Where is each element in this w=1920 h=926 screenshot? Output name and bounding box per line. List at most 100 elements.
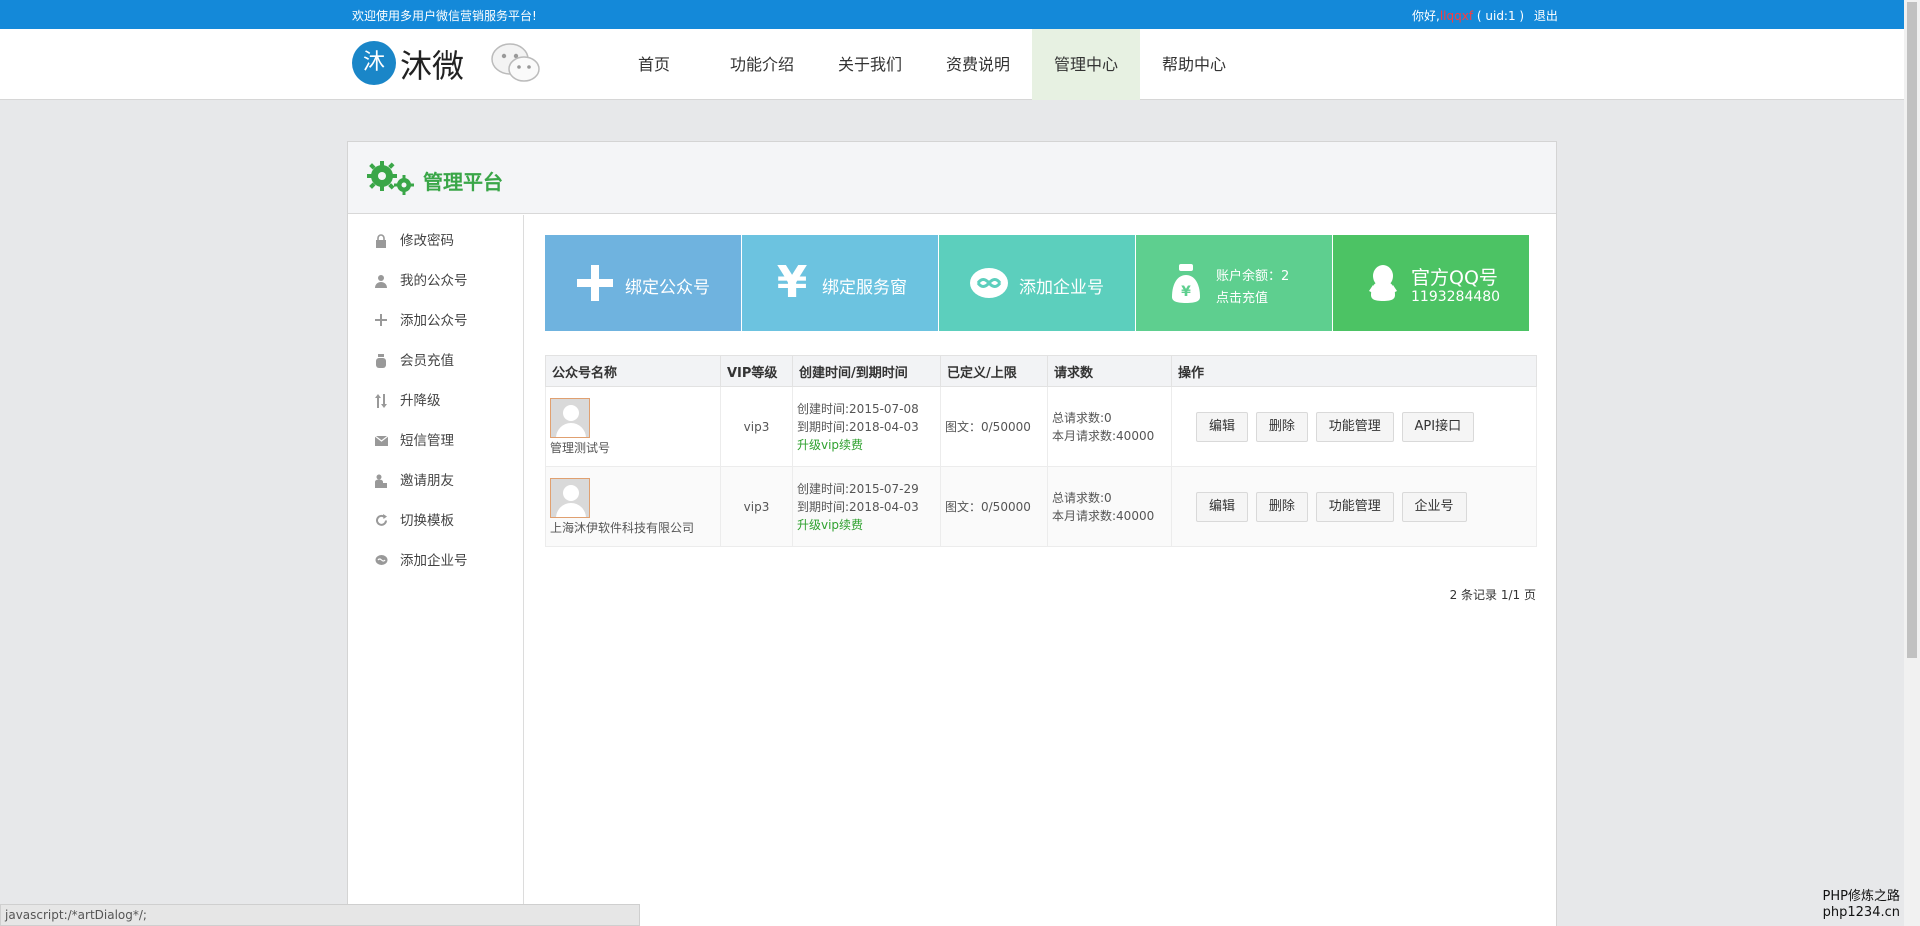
col-actions: 操作 [1171,355,1537,387]
account-cell: 管理测试号 [545,386,721,467]
chat-bubble-icon [967,261,1011,305]
logout-link[interactable]: 退出 [1534,9,1558,23]
sidebar-item-label: 添加公众号 [400,313,468,329]
sidebar-item-add-account[interactable]: 添加公众号 [348,301,523,341]
sidebar-item-label: 切换模板 [400,513,454,529]
actions-cell: 编辑 删除 功能管理 企业号 [1171,466,1537,547]
logo-text[interactable]: 沐微 [400,41,464,87]
account-name: 上海沐伊软件科技有限公司 [550,520,695,535]
col-vip: VIP等级 [720,355,793,387]
main-nav: 首页 功能介绍 关于我们 资费说明 管理中心 帮助中心 [600,29,1248,100]
username-link[interactable]: llqqxf [1440,9,1473,23]
admin-panel: 管理平台 修改密码 我的公众号 添加公众号 会员充值 升降级 短信管理 邀请朋友… [347,141,1557,926]
pagination-info: 2 条记录 1/1 页 [1449,588,1536,602]
nav-admin-center[interactable]: 管理中心 [1032,29,1140,100]
wechat-logo-icon [491,43,540,82]
enterprise-button[interactable]: 企业号 [1401,491,1467,522]
updown-icon [374,394,388,408]
recharge-link[interactable]: 点击充值 [1216,287,1268,306]
created-date: 创建时间:2015-07-29 [797,481,919,496]
balance-tile[interactable]: ¥ 账户余额：2 点击充值 [1136,235,1332,331]
delete-button[interactable]: 删除 [1255,411,1308,442]
bind-account-label: 绑定公众号 [625,278,710,298]
sidebar-item-sms[interactable]: 短信管理 [348,421,523,461]
col-dates: 创建时间/到期时间 [792,355,941,387]
site-header: 沐 沐微 首页 功能介绍 关于我们 资费说明 管理中心 帮助中心 [0,29,1904,100]
col-requests: 请求数 [1047,355,1172,387]
bind-service-label: 绑定服务窗 [822,278,907,298]
feature-manage-button[interactable]: 功能管理 [1315,411,1394,442]
qq-penguin-icon [1361,261,1405,305]
upgrade-vip-link[interactable]: 升级vip续费 [797,516,940,534]
feature-manage-button[interactable]: 功能管理 [1315,491,1394,522]
total-requests: 总请求数:0 [1052,490,1112,505]
gears-icon [367,161,414,195]
sidebar-item-invite[interactable]: 邀请朋友 [348,461,523,501]
scrollbar-thumb[interactable] [1907,2,1917,658]
add-enterprise-tile[interactable]: 添加企业号 [939,235,1135,331]
panel-header: 管理平台 [348,142,1556,214]
sidebar-item-label: 邀请朋友 [400,473,454,489]
sidebar-item-change-password[interactable]: 修改密码 [348,221,523,261]
total-requests: 总请求数:0 [1052,410,1112,425]
watermark-line2: php1234.cn [1822,905,1900,920]
sidebar-item-switch-template[interactable]: 切换模板 [348,501,523,541]
logo-mark[interactable]: 沐 [352,41,396,85]
nav-home[interactable]: 首页 [600,29,708,100]
sidebar-item-label: 我的公众号 [400,273,468,289]
bind-service-tile[interactable]: ¥ 绑定服务窗 [742,235,938,331]
defined-count: 图文：0/50000 [940,466,1048,547]
edit-button[interactable]: 编辑 [1196,491,1249,522]
sidebar-item-add-enterprise[interactable]: 添加企业号 [348,541,523,581]
expire-date: 到期时间:2018-04-03 [797,499,919,514]
bind-account-tile[interactable]: 绑定公众号 [545,235,741,331]
requests-cell: 总请求数:0 本月请求数:40000 [1047,386,1172,467]
sidebar-item-my-accounts[interactable]: 我的公众号 [348,261,523,301]
yen-icon: ¥ [776,257,808,308]
dates-cell: 创建时间:2015-07-29 到期时间:2018-04-03 升级vip续费 [792,466,941,547]
edit-button[interactable]: 编辑 [1196,411,1249,442]
col-defined: 已定义/上限 [940,355,1048,387]
account-cell: 上海沐伊软件科技有限公司 [545,466,721,547]
welcome-text: 欢迎使用多用户微信营销服务平台! [352,9,537,23]
plus-icon [374,314,388,328]
lock-icon [374,234,388,248]
balance-label: 账户余额：2 [1216,269,1290,284]
page-scrollbar[interactable] [1904,0,1920,926]
col-account-name: 公众号名称 [545,355,721,387]
add-enterprise-label: 添加企业号 [1019,278,1104,298]
table-row: 管理测试号 vip3 创建时间:2015-07-08 到期时间:2018-04-… [545,386,1537,467]
api-interface-button[interactable]: API接口 [1401,411,1475,442]
nav-pricing[interactable]: 资费说明 [924,29,1032,100]
nav-features[interactable]: 功能介绍 [708,29,816,100]
accounts-table: 公众号名称 VIP等级 创建时间/到期时间 已定义/上限 请求数 操作 管理测试… [545,355,1537,547]
sidebar-item-upgrade-downgrade[interactable]: 升降级 [348,381,523,421]
sidebar-item-label: 修改密码 [400,233,454,249]
sidebar-item-label: 会员充值 [400,353,454,369]
panel-title: 管理平台 [423,170,503,194]
delete-button[interactable]: 删除 [1255,491,1308,522]
nav-about[interactable]: 关于我们 [816,29,924,100]
qq-number: 1193284480 [1411,289,1501,305]
qq-tile[interactable]: 官方QQ号 1193284480 [1333,235,1529,331]
watermark-line1: PHP修炼之路 [1822,889,1900,904]
vip-level: vip3 [720,386,793,467]
nav-help[interactable]: 帮助中心 [1140,29,1248,100]
quick-action-tiles: 绑定公众号 ¥ 绑定服务窗 添加企业号 ¥ 账户余额：2 点击充值 官方QQ号 … [545,235,1530,331]
avatar [550,477,590,518]
invite-icon [374,474,388,488]
sidebar-item-label: 短信管理 [400,433,454,449]
table-row: 上海沐伊软件科技有限公司 vip3 创建时间:2015-07-29 到期时间:2… [545,466,1537,547]
greeting-text: 你好, [1412,9,1440,23]
table-header-row: 公众号名称 VIP等级 创建时间/到期时间 已定义/上限 请求数 操作 [545,355,1537,387]
qq-title: 官方QQ号 [1411,267,1498,289]
sidebar-item-recharge[interactable]: 会员充值 [348,341,523,381]
chat-icon [374,554,388,568]
svg-text:¥: ¥ [1181,284,1191,300]
uid-text: ( uid:1 ) [1473,9,1528,23]
watermark: PHP修炼之路 php1234.cn [1823,889,1900,921]
user-icon [374,274,388,288]
upgrade-vip-link[interactable]: 升级vip续费 [797,436,940,454]
sidebar: 修改密码 我的公众号 添加公众号 会员充值 升降级 短信管理 邀请朋友 切换模板… [348,215,524,926]
defined-count: 图文：0/50000 [940,386,1048,467]
